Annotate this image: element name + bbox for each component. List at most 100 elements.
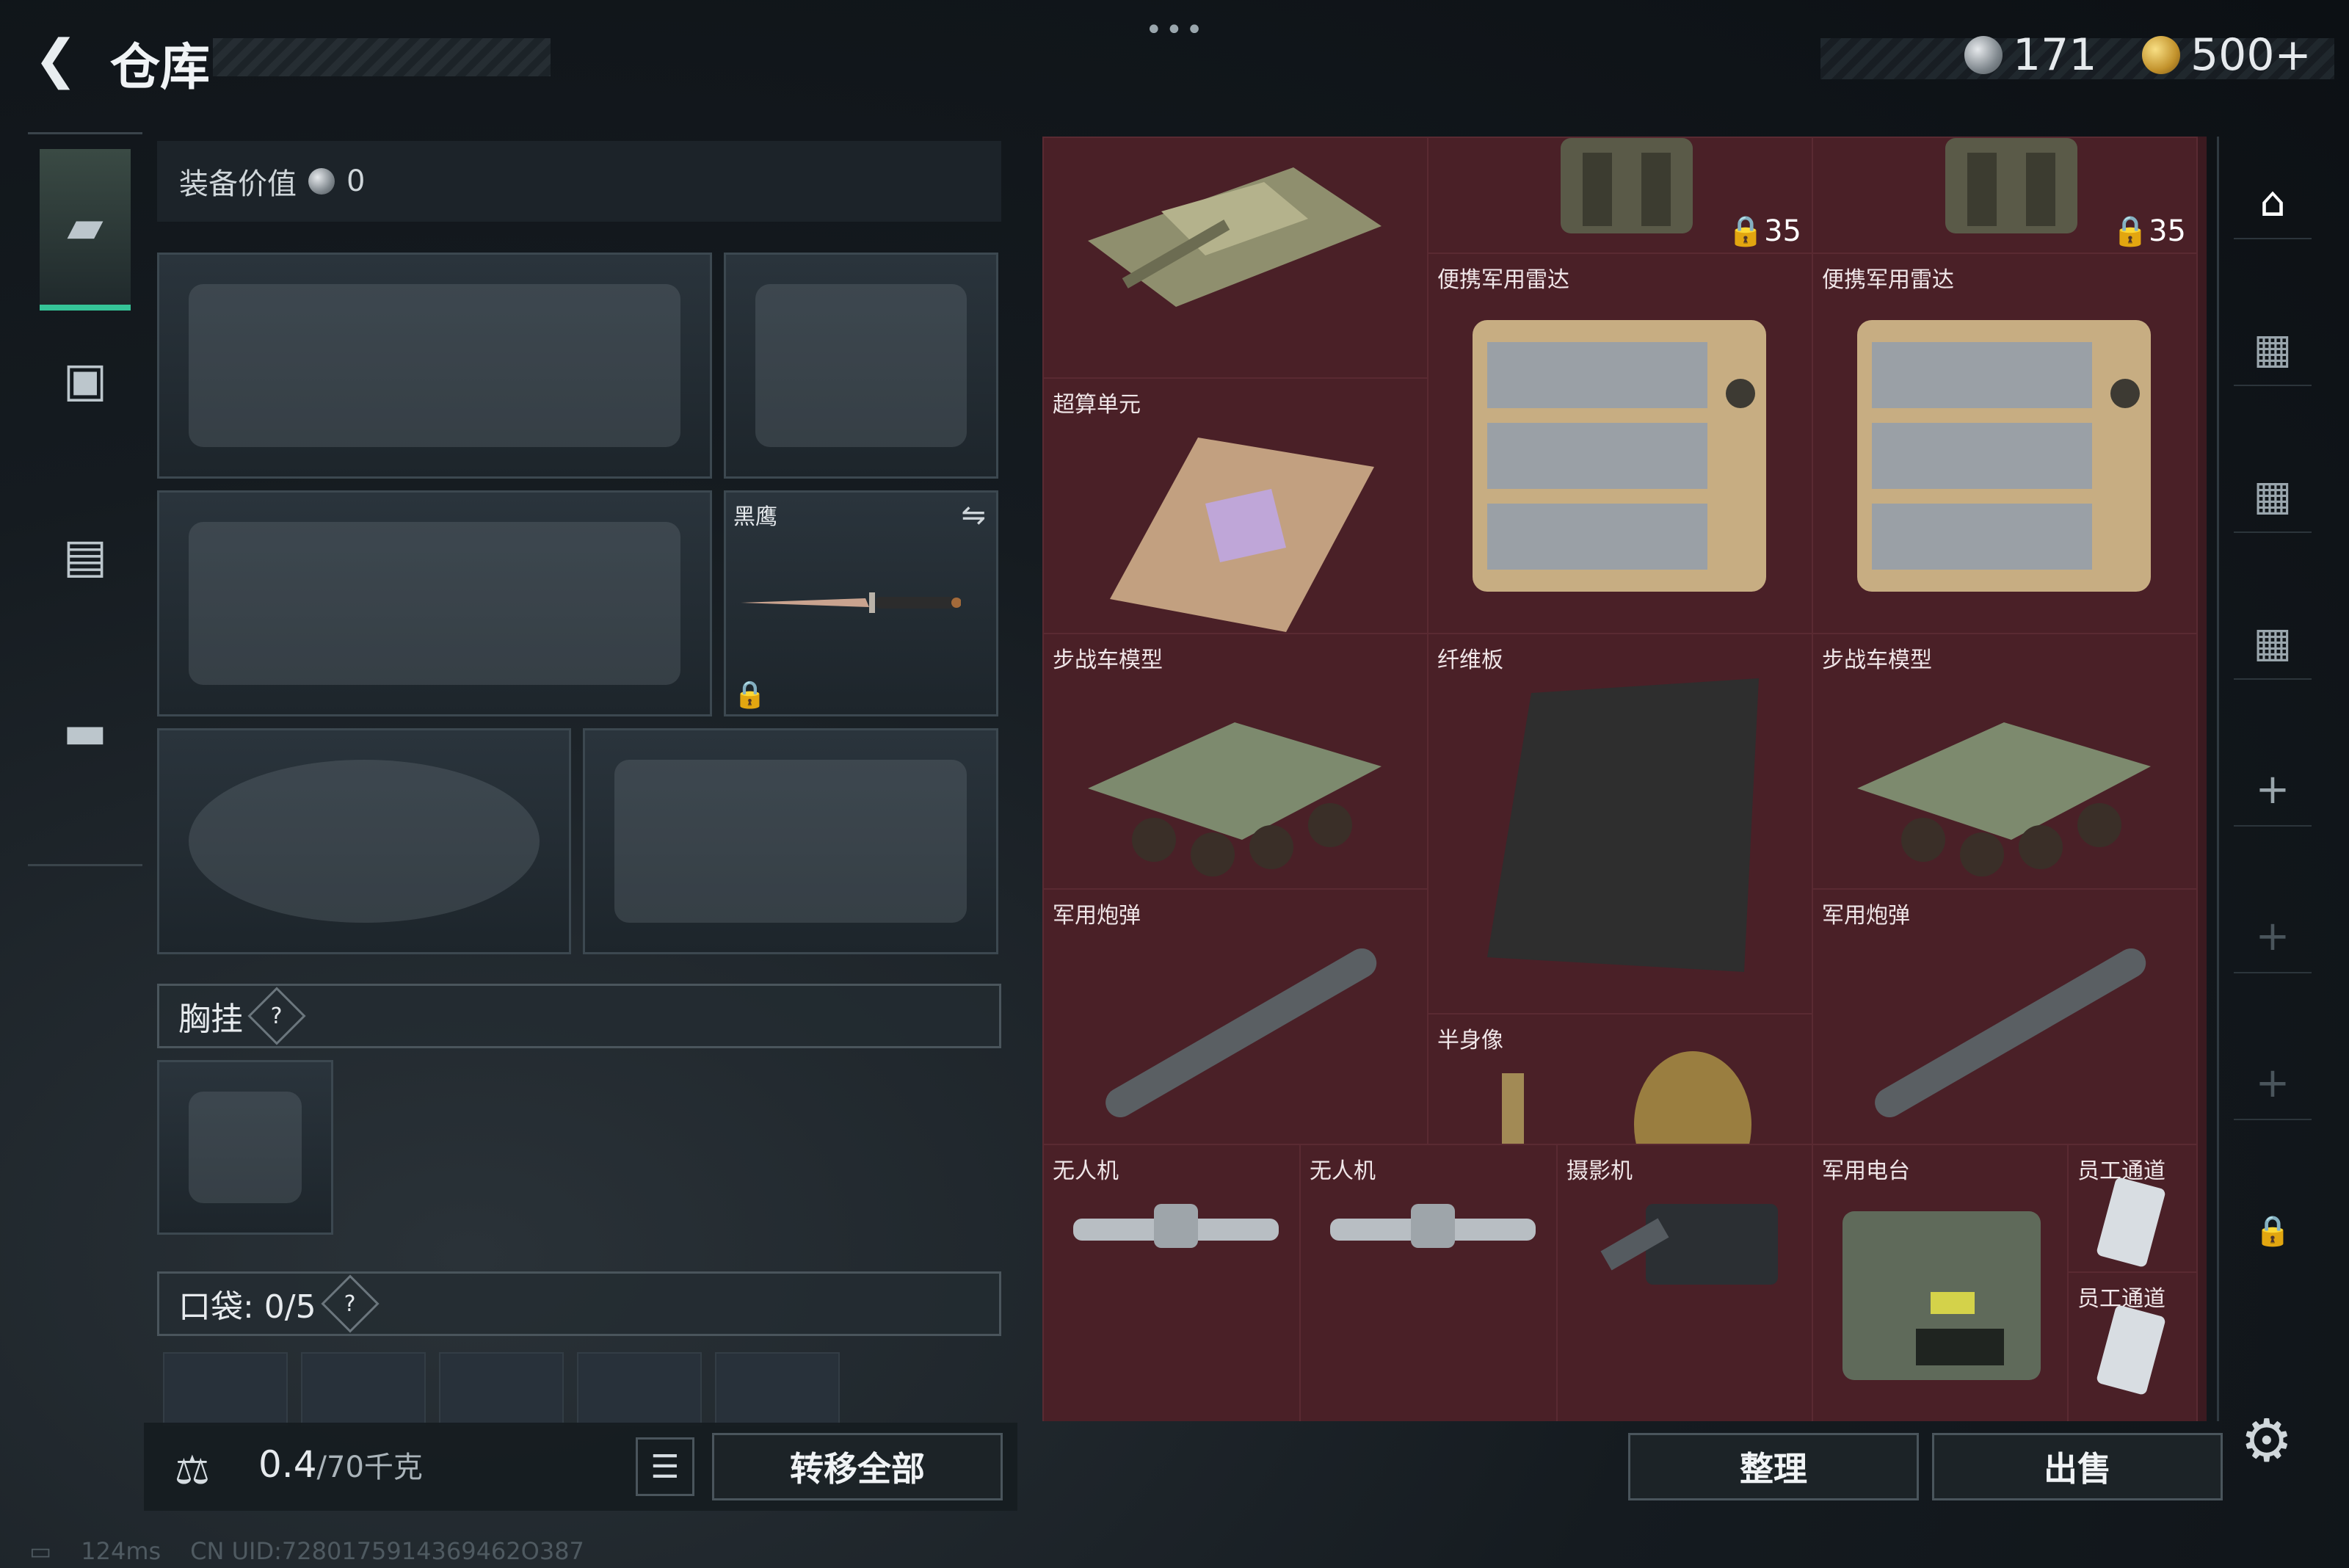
gear-icon: ⚙ xyxy=(2240,1407,2293,1475)
nav-weapons-tab[interactable]: ▰ xyxy=(40,149,131,311)
stash-grid: 🔒35 🔒35 便携军用雷达 便携军用雷达 超算单元 纤维板 步战车模型 步战车… xyxy=(1042,137,2207,1421)
secondary-weapon-slot[interactable] xyxy=(157,490,712,716)
grid-item-staff-pass[interactable]: 员工通道 xyxy=(2067,1144,2198,1273)
add-storage-button[interactable]: + xyxy=(2234,753,2312,827)
knife-icon xyxy=(741,592,961,613)
grid-item-radar[interactable]: 便携军用雷达 xyxy=(1427,253,1813,634)
gold-currency[interactable]: 500+ xyxy=(2142,29,2312,81)
grid-item-camera[interactable]: 摄影机 xyxy=(1556,1144,1813,1421)
tier4-storage-tab[interactable]: ▦ xyxy=(2234,313,2312,386)
pocket-slot[interactable] xyxy=(577,1352,702,1426)
back-button[interactable]: ❮ xyxy=(26,28,85,90)
grid-item-ifv-model[interactable]: 步战车模型 xyxy=(1042,633,1428,890)
helmet-silhouette-icon xyxy=(189,760,540,923)
tier3-storage-icon: ▦ xyxy=(2253,471,2292,520)
grid-item-military-radio[interactable]: 军用电台 xyxy=(1812,1144,2069,1421)
nav-toolbox-tab[interactable]: ▬ xyxy=(40,678,131,788)
chip-board-icon xyxy=(1110,438,1374,632)
grid-item-artillery-shell[interactable]: 军用炮弹 xyxy=(1812,888,2198,1145)
swap-icon[interactable]: ⇋ xyxy=(961,498,986,532)
transfer-all-button[interactable]: 转移全部 xyxy=(712,1433,1003,1500)
weight-icon: ⚖ xyxy=(174,1446,211,1493)
left-nav: ▰ ▣ ▤ ▬ xyxy=(28,132,142,866)
tier3-storage-tab[interactable]: ▦ xyxy=(2234,460,2312,533)
chest-rig-slot[interactable] xyxy=(157,1060,333,1235)
weight-max: /70千克 xyxy=(316,1451,423,1484)
add-storage-button[interactable]: + xyxy=(2234,1047,2312,1120)
title-decor-strip xyxy=(213,38,551,76)
tank-model-icon xyxy=(1088,167,1382,307)
ifv-model-icon xyxy=(1088,722,1382,876)
keycard-icon xyxy=(2096,1177,2165,1267)
pocket-help-icon[interactable]: ? xyxy=(321,1274,380,1333)
radar-icon xyxy=(1857,320,2151,592)
pocket-slot[interactable] xyxy=(715,1352,840,1426)
item-name: 便携军用雷达 xyxy=(1437,267,1569,293)
sort-button[interactable]: 整理 xyxy=(1628,1433,1919,1500)
missile-icon xyxy=(1875,948,2146,1117)
pocket-slot[interactable] xyxy=(301,1352,426,1426)
list-view-button[interactable]: ☰ xyxy=(636,1437,694,1496)
settings-button[interactable]: ⚙ xyxy=(2240,1407,2293,1475)
pistol-icon: ▰ xyxy=(67,200,104,254)
primary-weapon-slot[interactable] xyxy=(157,253,712,479)
pocket-section: 口袋: 0/5 ? xyxy=(157,1271,1001,1336)
silver-amount: 171 xyxy=(2013,29,2097,81)
melee-name: 黑鹰 xyxy=(733,504,777,530)
armor-slot[interactable] xyxy=(583,728,998,954)
add-storage-button[interactable]: + xyxy=(2234,900,2312,973)
grid-item-drone[interactable]: 无人机 xyxy=(1042,1144,1301,1421)
camera-icon xyxy=(1600,1204,1778,1285)
count-value: 35 xyxy=(2149,214,2186,248)
gold-amount: 500+ xyxy=(2190,29,2312,81)
sidearm-slot[interactable] xyxy=(724,253,998,479)
pistol-silhouette-icon xyxy=(755,284,967,447)
drone-icon xyxy=(1330,1204,1536,1248)
helmet-slot[interactable] xyxy=(157,728,571,954)
grid-item-backpack[interactable]: 🔒35 xyxy=(1812,137,2198,254)
item-name: 便携军用雷达 xyxy=(1822,267,1954,293)
weight-readout: 0.4/70千克 xyxy=(258,1443,423,1486)
locked-storage-tab[interactable]: 🔒 xyxy=(2234,1194,2312,1267)
more-menu-button[interactable]: ••• xyxy=(1145,13,1206,47)
grid-item-fiberboard[interactable]: 纤维板 xyxy=(1427,633,1813,1015)
item-name: 军用炮弹 xyxy=(1053,903,1141,929)
grid-item-radar[interactable]: 便携军用雷达 xyxy=(1812,253,2198,634)
pocket-slot[interactable] xyxy=(163,1352,288,1426)
battery-icon: ▭ xyxy=(29,1537,52,1565)
pocket-label: 口袋: 0/5 xyxy=(178,1288,316,1326)
safe-house-tab[interactable]: ⌂ xyxy=(2234,166,2312,239)
help-glyph: ? xyxy=(271,1003,283,1029)
grid-item-staff-pass[interactable]: 员工通道 xyxy=(2067,1271,2198,1421)
ifv-model-icon xyxy=(1857,722,2151,876)
equipment-value-label: 装备价值 xyxy=(179,167,297,201)
plus-icon: + xyxy=(2255,765,2290,813)
backpack-item-icon xyxy=(1945,138,2077,233)
grid-item-backpack[interactable]: 🔒35 xyxy=(1427,137,1813,254)
count-value: 35 xyxy=(1764,214,1801,248)
equipment-value: 0 xyxy=(346,164,366,198)
grid-item-tank[interactable] xyxy=(1042,137,1428,379)
sell-button[interactable]: 出售 xyxy=(1932,1433,2223,1500)
nav-clipboard-tab[interactable]: ▤ xyxy=(40,501,131,611)
tier4-storage-icon: ▦ xyxy=(2253,324,2292,373)
uid-readout: CN UID:7280175914369462O387 xyxy=(190,1537,584,1565)
grid-item-ifv-model[interactable]: 步战车模型 xyxy=(1812,633,2198,890)
nav-backpack-tab[interactable]: ▣ xyxy=(40,325,131,435)
missile-icon xyxy=(1105,948,1377,1117)
chest-help-icon[interactable]: ? xyxy=(247,987,306,1045)
item-name: 步战车模型 xyxy=(1822,647,1932,673)
pocket-slot[interactable] xyxy=(439,1352,564,1426)
item-name: 无人机 xyxy=(1053,1158,1119,1184)
tier4-storage-tab[interactable]: ▦ xyxy=(2234,606,2312,680)
list-icon: ☰ xyxy=(650,1448,680,1486)
item-name: 军用电台 xyxy=(1822,1158,1910,1184)
melee-slot[interactable]: 黑鹰 ⇋ 🔒 xyxy=(724,490,998,716)
keycard-icon xyxy=(2096,1305,2165,1395)
grid-item-drone[interactable]: 无人机 xyxy=(1299,1144,1558,1421)
grid-item-artillery-shell[interactable]: 军用炮弹 xyxy=(1042,888,1428,1145)
grid-item-supercomputer[interactable]: 超算单元 xyxy=(1042,377,1428,634)
storage-tabs: ⌂ ▦ ▦ ▦ + + + 🔒 xyxy=(2217,137,2324,1421)
drone-icon xyxy=(1073,1204,1279,1248)
gold-coin-icon xyxy=(2142,36,2180,74)
